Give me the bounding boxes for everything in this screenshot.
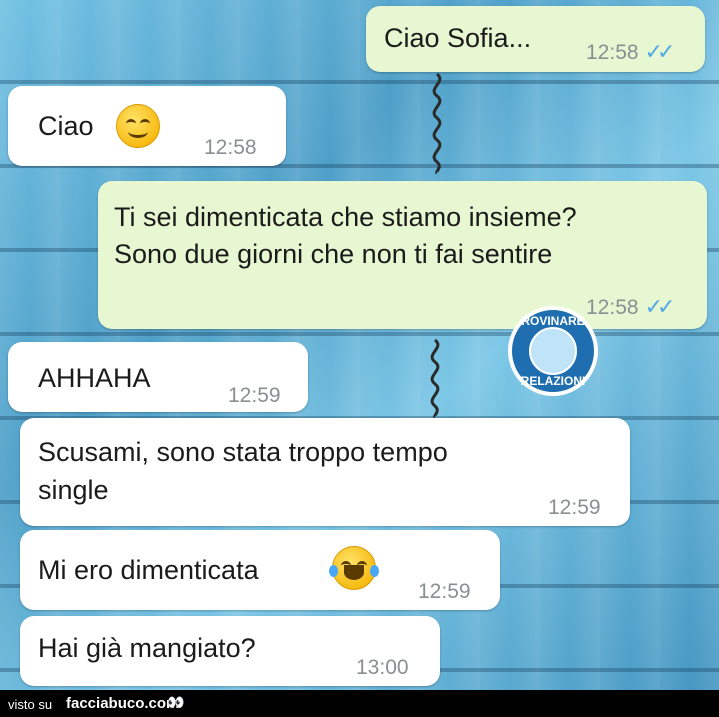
logo-text-bottom: RELAZIONI (520, 374, 586, 388)
message-time: 12:59 (228, 384, 281, 407)
tears-of-joy-icon (329, 546, 379, 590)
message-bubble-incoming[interactable]: Mi ero dimenticata 12:59 (20, 530, 500, 610)
message-time: 12:58 (204, 136, 257, 159)
double-check-icon: ✓✓ (644, 39, 676, 64)
message-text: Ciao (38, 111, 94, 141)
footer-bar: visto su facciabuco.com 👀 (0, 690, 719, 717)
message-time: 12:58 ✓✓ (586, 294, 676, 319)
message-bubble-incoming[interactable]: Scusami, sono stata troppo tempo single … (20, 418, 630, 526)
message-bubble-incoming[interactable]: AHHAHA 12:59 (8, 342, 308, 412)
message-bubble-incoming[interactable]: Ciao 12:58 (8, 86, 286, 166)
rovinare-relazioni-logo: ROVINARE RELAZIONI (508, 306, 598, 396)
message-text: Hai già mangiato? (38, 633, 256, 663)
double-check-icon: ✓✓ (644, 294, 676, 319)
message-text-line: single (38, 475, 109, 505)
message-text-line: Sono due giorni che non ti fai sentire (114, 239, 553, 269)
message-text-line: Ti sei dimenticata che stiamo insieme? (114, 202, 577, 232)
smiling-face-icon (116, 104, 160, 148)
message-text: AHHAHA (38, 363, 151, 393)
footer-site-link[interactable]: facciabuco.com (66, 695, 179, 712)
eyes-icon: 👀 (167, 694, 185, 710)
message-time: 12:59 (418, 580, 471, 603)
logo-character-icon (529, 327, 577, 375)
message-time: 12:58 ✓✓ (586, 39, 676, 64)
message-time: 13:00 (356, 656, 409, 679)
message-bubble-outgoing[interactable]: Ti sei dimenticata che stiamo insieme? S… (98, 181, 707, 329)
footer-visto-label: visto su (8, 697, 53, 712)
message-bubble-outgoing[interactable]: Ciao Sofia... 12:58 ✓✓ (366, 6, 705, 72)
squiggle-decoration (430, 338, 440, 418)
squiggle-decoration (432, 72, 442, 174)
message-text-line: Scusami, sono stata troppo tempo (38, 437, 448, 467)
message-text: Ciao Sofia... (384, 23, 532, 53)
message-bubble-incoming[interactable]: Hai già mangiato? 13:00 (20, 616, 440, 686)
message-time: 12:59 (548, 496, 601, 519)
message-text: Mi ero dimenticata (38, 555, 259, 585)
logo-text-top: ROVINARE (521, 314, 585, 328)
